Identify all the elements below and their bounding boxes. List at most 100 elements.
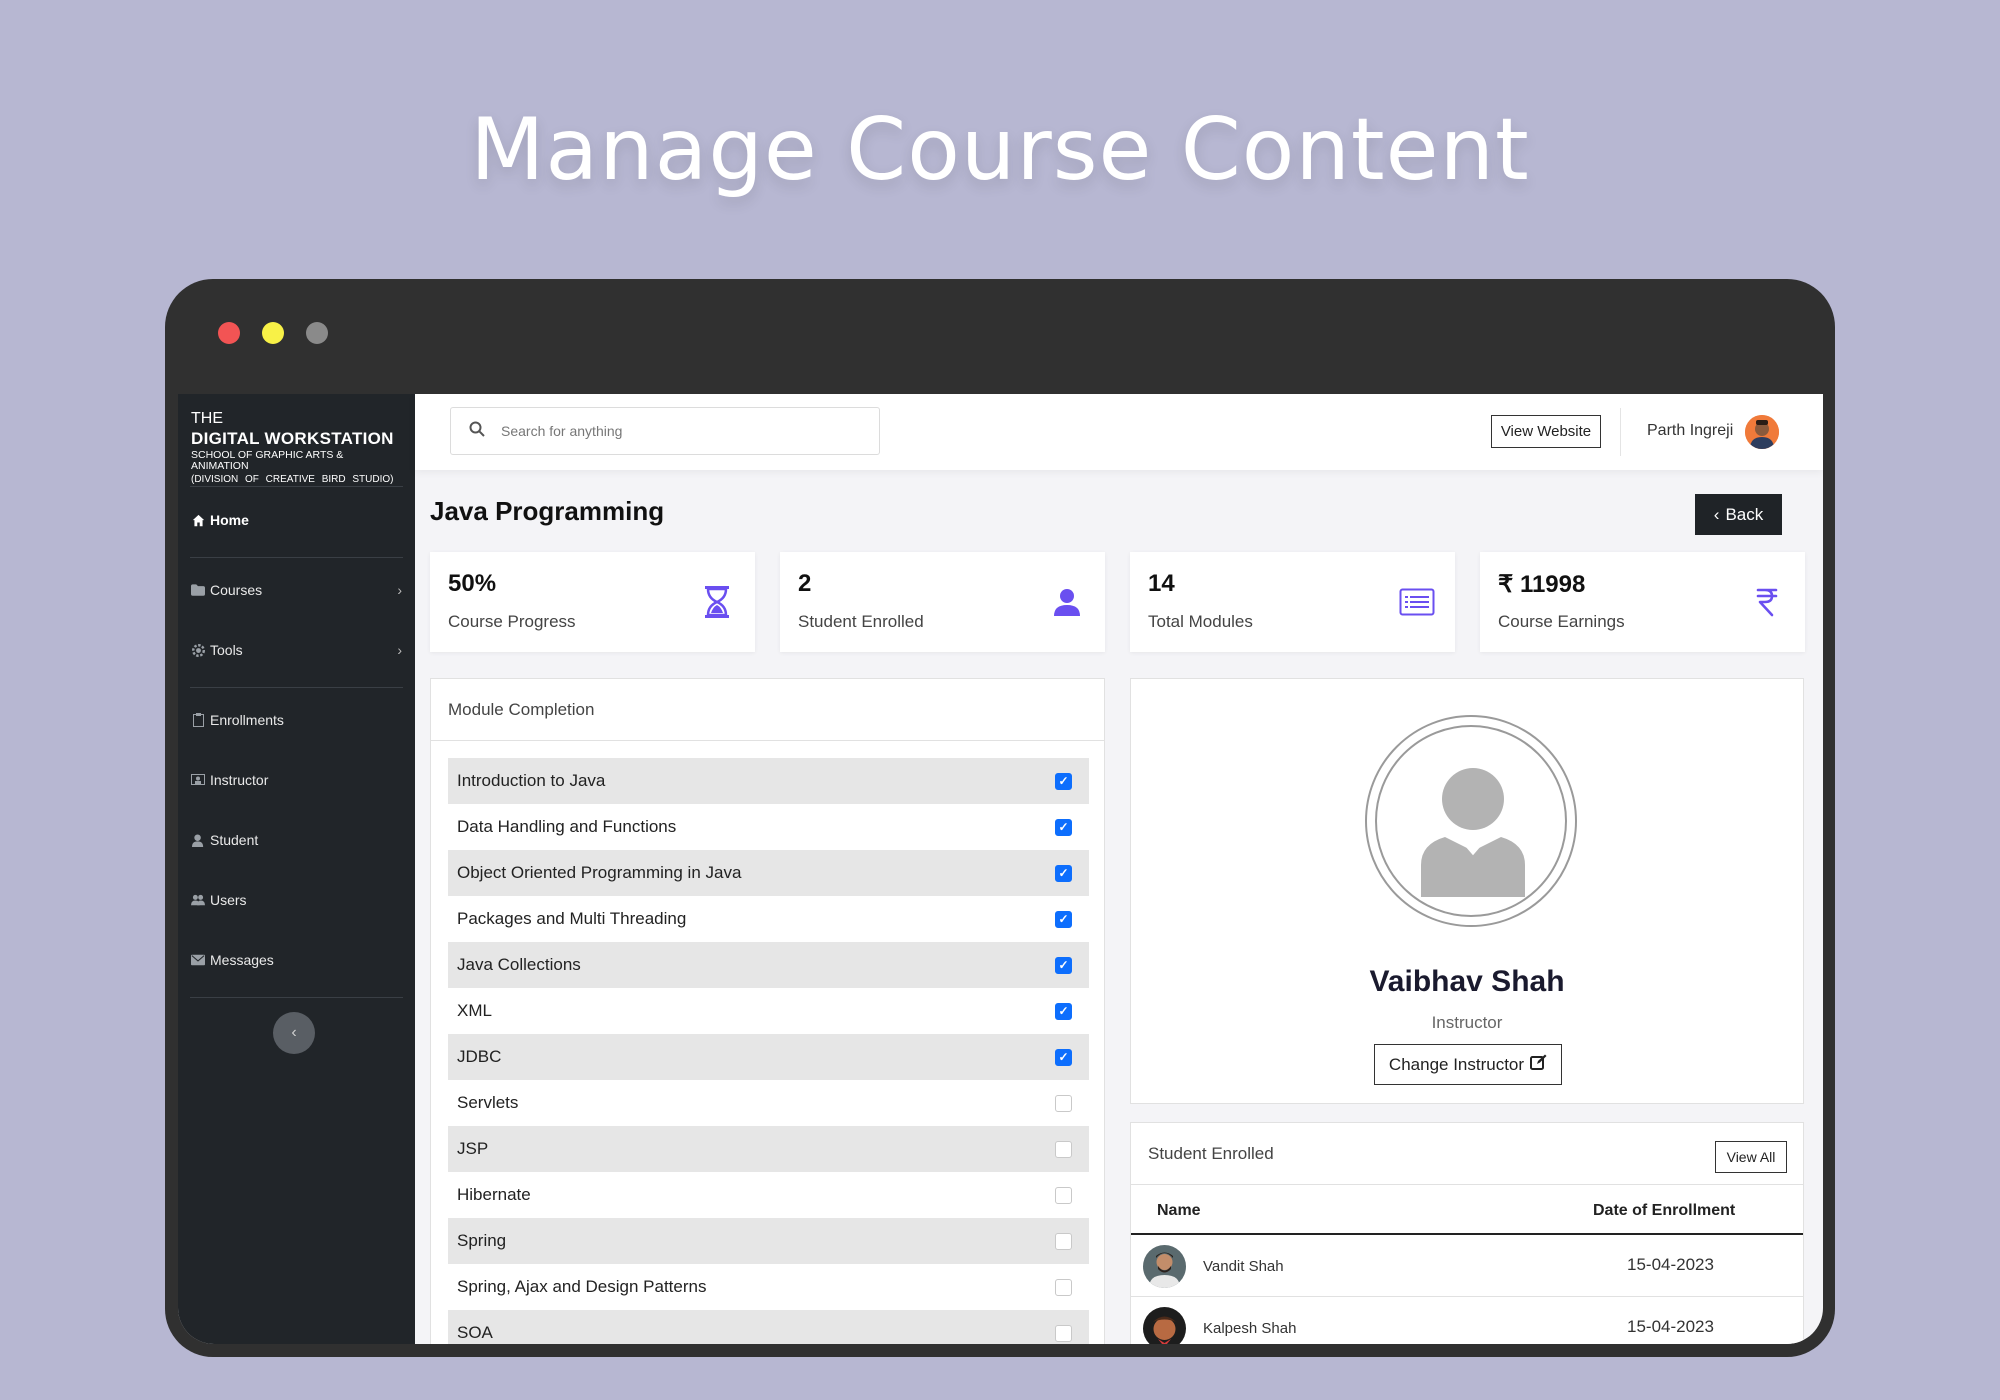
- module-name: Object Oriented Programming in Java: [457, 863, 742, 882]
- enrollment-date: 15-04-2023: [1627, 1255, 1714, 1274]
- avatar: [1143, 1245, 1186, 1288]
- module-checkbox[interactable]: ✓: [1055, 1002, 1072, 1020]
- page-title: Java Programming: [430, 496, 665, 526]
- search-icon: [469, 421, 485, 442]
- module-row[interactable]: Data Handling and Functions ✓: [448, 804, 1089, 850]
- module-name: XML: [457, 1001, 492, 1020]
- edit-icon: [1530, 1054, 1547, 1076]
- stat-label: Total Modules: [1148, 612, 1253, 631]
- stat-card-students: 2 Student Enrolled: [780, 552, 1105, 652]
- change-instructor-button[interactable]: Change Instructor: [1374, 1044, 1562, 1085]
- module-checkbox[interactable]: ✓: [1055, 772, 1072, 790]
- module-checkbox[interactable]: [1055, 1324, 1072, 1342]
- back-label: Back: [1725, 504, 1764, 524]
- module-checkbox[interactable]: ✓: [1055, 1048, 1072, 1066]
- table-row[interactable]: Kalpesh Shah 15-04-2023: [1131, 1297, 1803, 1344]
- maximize-dot[interactable]: [306, 322, 328, 344]
- person-placeholder-icon: [1421, 768, 1525, 897]
- module-checkbox[interactable]: [1055, 1186, 1072, 1204]
- module-name: Hibernate: [457, 1185, 531, 1204]
- module-row[interactable]: Spring, Ajax and Design Patterns: [448, 1264, 1089, 1310]
- device-frame: THE DIGITAL WORKSTATION SCHOOL OF GRAPHI…: [165, 279, 1835, 1357]
- message-icon: [191, 953, 205, 967]
- stat-label: Course Progress: [448, 612, 576, 631]
- sidebar: THE DIGITAL WORKSTATION SCHOOL OF GRAPHI…: [178, 394, 415, 1344]
- divider: [1620, 408, 1621, 456]
- window-controls: [218, 322, 328, 344]
- column-header-date[interactable]: Date of Enrollment: [1593, 1202, 1735, 1220]
- module-row[interactable]: SOA: [448, 1310, 1089, 1344]
- search-input[interactable]: Search for anything: [450, 407, 880, 455]
- module-row[interactable]: Introduction to Java ✓: [448, 758, 1089, 804]
- sidebar-item-courses[interactable]: Courses ›: [191, 582, 402, 598]
- module-checkbox[interactable]: [1055, 1094, 1072, 1112]
- module-completion-panel: Module Completion Introduction to Java ✓ D…: [430, 678, 1105, 1344]
- module-checkbox[interactable]: [1055, 1278, 1072, 1296]
- sidebar-item-label: Home: [210, 512, 249, 528]
- panel-title: Module Completion: [431, 679, 1104, 741]
- logo-line-1: THE: [191, 410, 223, 427]
- module-row[interactable]: Spring: [448, 1218, 1089, 1264]
- sidebar-item-users[interactable]: Users: [191, 892, 402, 908]
- avatar: [1143, 1307, 1186, 1344]
- module-checkbox[interactable]: [1055, 1232, 1072, 1250]
- module-row[interactable]: Hibernate: [448, 1172, 1089, 1218]
- clipboard-icon: [191, 713, 205, 727]
- module-checkbox[interactable]: ✓: [1055, 818, 1072, 836]
- module-name: Packages and Multi Threading: [457, 909, 687, 928]
- module-checkbox[interactable]: ✓: [1055, 910, 1072, 928]
- view-website-button[interactable]: View Website: [1491, 415, 1601, 448]
- home-icon: [191, 513, 205, 527]
- avatar[interactable]: [1745, 415, 1779, 449]
- sidebar-item-student[interactable]: Student: [191, 832, 402, 848]
- student-name: Vandit Shah: [1203, 1258, 1284, 1275]
- stat-label: Student Enrolled: [798, 612, 924, 631]
- divider: [190, 687, 403, 688]
- minimize-dot[interactable]: [262, 322, 284, 344]
- presentation-icon: [191, 773, 205, 787]
- module-row[interactable]: XML ✓: [448, 988, 1089, 1034]
- module-checkbox[interactable]: ✓: [1055, 864, 1072, 882]
- list-icon: [1397, 582, 1437, 622]
- logo-line-4: (DIVISION OF CREATIVE BIRD STUDIO): [191, 474, 394, 485]
- stat-value: 50%: [448, 570, 497, 597]
- user-name[interactable]: Parth Ingreji: [1647, 422, 1733, 440]
- module-row[interactable]: Packages and Multi Threading ✓: [448, 896, 1089, 942]
- module-name: Spring: [457, 1231, 507, 1250]
- module-checkbox[interactable]: ✓: [1055, 956, 1072, 974]
- collapse-sidebar-button[interactable]: ‹: [273, 1012, 315, 1054]
- stat-card-modules: 14 Total Modules: [1130, 552, 1455, 652]
- sidebar-item-label: Enrollments: [210, 712, 284, 728]
- module-row[interactable]: JSP: [448, 1126, 1089, 1172]
- module-name: JDBC: [457, 1047, 502, 1066]
- avatar-frame: [1365, 715, 1577, 927]
- module-row[interactable]: Java Collections ✓: [448, 942, 1089, 988]
- user-icon: [1047, 582, 1087, 622]
- stat-label: Course Earnings: [1498, 612, 1625, 631]
- close-dot[interactable]: [218, 322, 240, 344]
- brand-logo[interactable]: THE DIGITAL WORKSTATION SCHOOL OF GRAPHI…: [191, 411, 401, 485]
- module-row[interactable]: JDBC ✓: [448, 1034, 1089, 1080]
- search-placeholder: Search for anything: [501, 423, 623, 439]
- module-row[interactable]: Servlets: [448, 1080, 1089, 1126]
- sidebar-item-messages[interactable]: Messages: [191, 952, 402, 968]
- column-header-name[interactable]: Name: [1157, 1202, 1201, 1220]
- module-checkbox[interactable]: [1055, 1140, 1072, 1158]
- sidebar-item-instructor[interactable]: Instructor: [191, 772, 402, 788]
- table-row[interactable]: Vandit Shah 15-04-2023: [1131, 1235, 1803, 1297]
- sidebar-item-home[interactable]: Home: [191, 512, 402, 528]
- sidebar-item-enrollments[interactable]: Enrollments: [191, 712, 402, 728]
- stat-value: ₹ 11998: [1498, 571, 1586, 598]
- back-button[interactable]: ‹ Back: [1695, 494, 1782, 535]
- stat-card-progress: 50% Course Progress: [430, 552, 755, 652]
- module-name: SOA: [457, 1323, 493, 1342]
- instructor-role: Instructor: [1431, 1013, 1503, 1032]
- sidebar-item-label: Tools: [210, 642, 243, 658]
- module-row[interactable]: Object Oriented Programming in Java ✓: [448, 850, 1089, 896]
- sidebar-item-tools[interactable]: Tools ›: [191, 642, 402, 658]
- view-all-button[interactable]: View All: [1715, 1141, 1787, 1173]
- sidebar-item-label: Users: [210, 892, 247, 908]
- module-name: Spring, Ajax and Design Patterns: [457, 1277, 707, 1296]
- logo-line-2: DIGITAL WORKSTATION: [191, 429, 394, 448]
- app-screen: THE DIGITAL WORKSTATION SCHOOL OF GRAPHI…: [178, 394, 1823, 1344]
